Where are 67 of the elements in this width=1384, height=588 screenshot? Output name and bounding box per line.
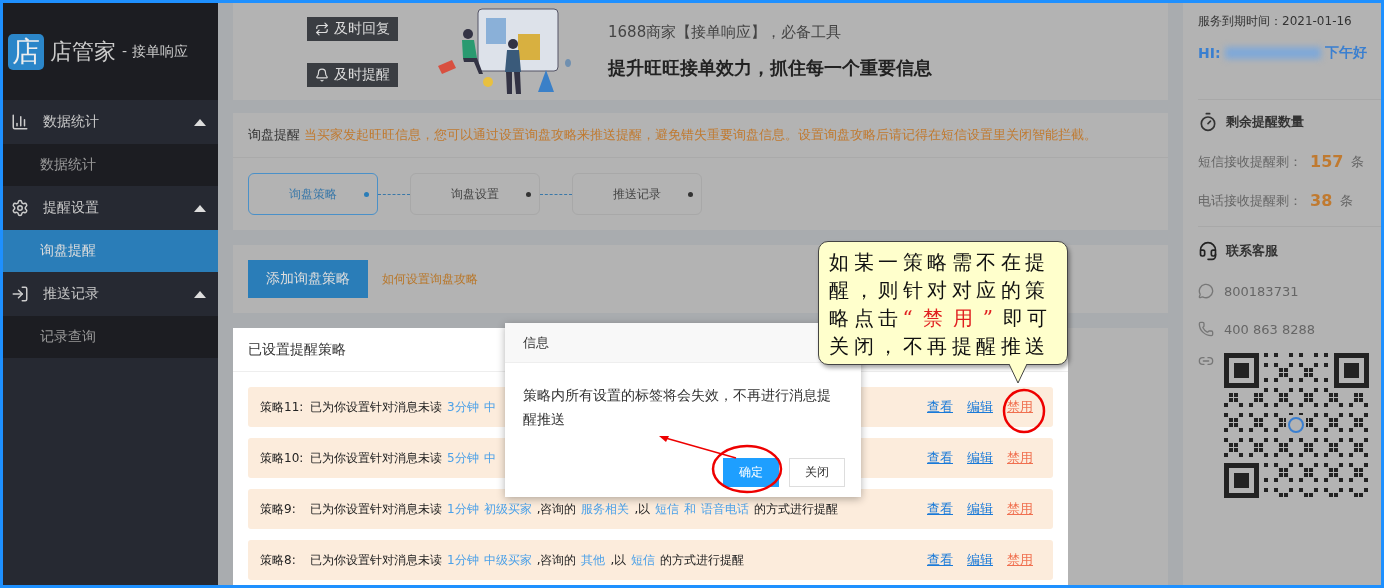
- strategy-description: 已为你设置针对消息未读 1分钟 中级买家 ,咨询的 其他 ,以 短信 的方式进行提醒: [310, 551, 746, 569]
- banner-headline: 提升旺旺接单效力，抓住每一个重要信息: [608, 56, 932, 80]
- banner-tagline: 1688商家【接单响应】，必备工具: [608, 23, 843, 42]
- edit-link[interactable]: 编辑: [967, 500, 993, 518]
- menu-group[interactable]: 推送记录: [3, 272, 218, 316]
- strategy-description: 已为你设置针对消息未读 1分钟 初级买家 ,咨询的 服务相关 ,以 短信 和 语音电话 的方式进行提醒: [310, 500, 840, 518]
- add-strategy-button[interactable]: 添加询盘策略: [248, 260, 368, 298]
- contact-value: 800183731: [1224, 283, 1299, 299]
- swap-icon: [315, 21, 329, 36]
- notice-label: 询盘提醒: [248, 126, 300, 144]
- menu-group[interactable]: 数据统计: [3, 100, 218, 144]
- section-title: 联系客服: [1226, 242, 1278, 260]
- quota-count: 157: [1310, 152, 1344, 171]
- edit-link[interactable]: 编辑: [967, 449, 993, 467]
- close-button[interactable]: 关闭: [789, 458, 845, 487]
- strategy-description: 已为你设置针对消息未读 3分钟 中: [310, 398, 497, 416]
- strategy-description: 已为你设置针对消息未读 5分钟 中: [310, 449, 497, 467]
- menu-group[interactable]: 提醒设置: [3, 186, 218, 230]
- edit-link[interactable]: 编辑: [967, 398, 993, 416]
- dialog-message: 策略内所有设置的标签将会失效，不再进行消息提醒推送: [523, 386, 832, 429]
- timer-icon: [1198, 112, 1218, 132]
- chat-icon: [1198, 283, 1214, 299]
- step-tab[interactable]: 询盘策略: [248, 173, 378, 215]
- phone-icon: [1198, 321, 1214, 337]
- disable-link[interactable]: 禁用: [1007, 500, 1033, 518]
- menu-item[interactable]: 数据统计: [3, 144, 218, 186]
- quota-count: 38: [1310, 191, 1333, 210]
- disable-link[interactable]: 禁用: [1007, 449, 1033, 467]
- quota-unit: 条: [1340, 191, 1354, 210]
- headset-icon: [1198, 241, 1218, 261]
- menu-item[interactable]: 记录查询: [3, 316, 218, 358]
- view-link[interactable]: 查看: [927, 500, 953, 518]
- view-link[interactable]: 查看: [927, 551, 953, 569]
- view-link[interactable]: 查看: [927, 449, 953, 467]
- confirm-button[interactable]: 确定: [723, 458, 779, 487]
- app-name: 店管家: [50, 37, 116, 66]
- feature-badge: 及时回复: [307, 16, 398, 41]
- strategy-name: 策略11:: [260, 398, 305, 416]
- expiry-date: 服务到期时间：2021-01-16: [1198, 13, 1353, 30]
- view-link[interactable]: 查看: [927, 398, 953, 416]
- logo-icon: 店: [8, 33, 44, 70]
- strategy-name: 策略10:: [260, 449, 305, 467]
- greeting-prefix: HI:: [1198, 45, 1221, 61]
- strategy-name: 策略8:: [260, 551, 297, 569]
- app-subtitle: - 接单响应: [122, 42, 188, 61]
- bar-chart-icon: [11, 113, 29, 131]
- quota-unit: 条: [1351, 152, 1365, 171]
- strategy-name: 策略9:: [260, 500, 297, 518]
- settings-icon: [11, 199, 29, 217]
- step-tab[interactable]: 推送记录: [572, 173, 702, 215]
- notice-text: 当买家发起旺旺信息，您可以通过设置询盘攻略来推送提醒，避免错失重要询盘信息。设置询盘攻略后请记得在短信设置里关闭智能拦截。: [304, 126, 1097, 144]
- caret-icon: [194, 290, 206, 298]
- greeting-text: 下午好: [1324, 44, 1367, 62]
- step-tab[interactable]: 询盘设置: [410, 173, 540, 215]
- disable-link[interactable]: 禁用: [1007, 551, 1033, 569]
- quota-label: 短信接收提醒剩：: [1198, 152, 1302, 171]
- bell-icon: [315, 67, 329, 82]
- edit-link[interactable]: 编辑: [967, 551, 993, 569]
- quota-label: 电话接收提醒剩：: [1198, 191, 1302, 210]
- contact-value: 400 863 8288: [1224, 321, 1315, 337]
- caret-icon: [194, 204, 206, 212]
- export-icon: [11, 285, 29, 303]
- feature-badge: 及时提醒: [307, 62, 398, 87]
- section-title: 剩余提醒数量: [1226, 113, 1304, 131]
- highlight-circle-drawing: [1002, 388, 1046, 434]
- caret-icon: [194, 118, 206, 126]
- menu-item[interactable]: 询盘提醒: [3, 230, 218, 272]
